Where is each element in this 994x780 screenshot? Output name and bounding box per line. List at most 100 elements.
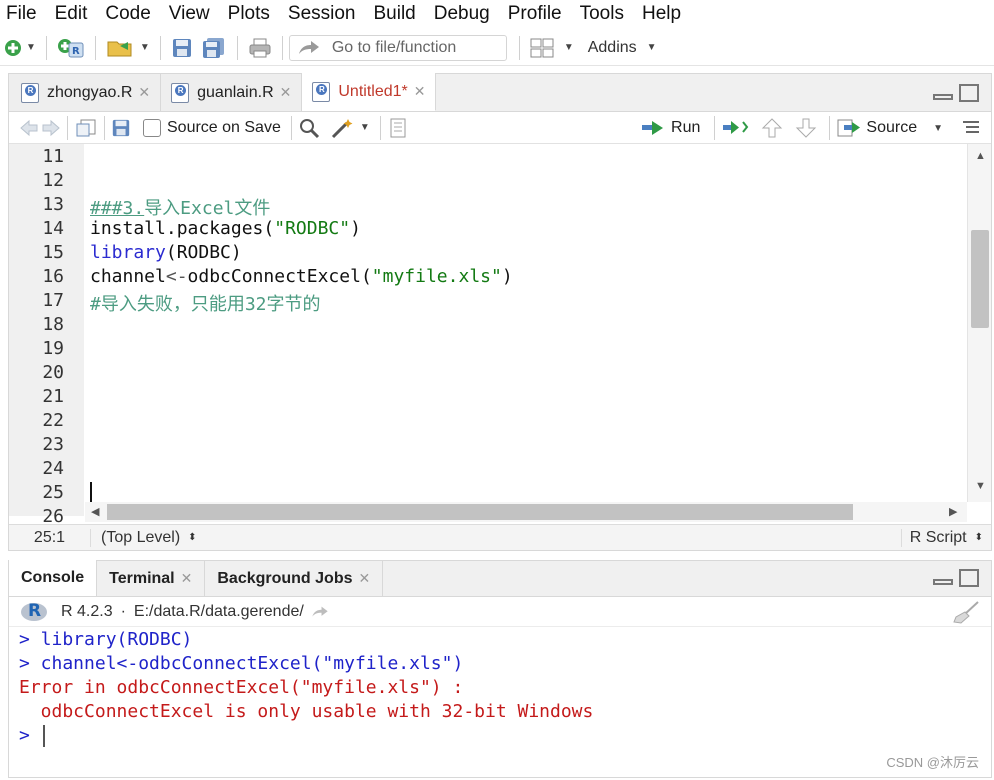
menu-file[interactable]: File: [0, 0, 46, 28]
tab-label: guanlain.R: [197, 83, 274, 101]
pane-window-controls: [933, 84, 979, 102]
print-button[interactable]: [244, 33, 276, 63]
forward-arrow-icon[interactable]: [41, 119, 61, 137]
maximize-pane-icon[interactable]: [959, 84, 979, 102]
line-number: 23: [42, 434, 64, 455]
run-label: Run: [671, 119, 701, 136]
close-icon[interactable]: ✕: [280, 84, 292, 101]
close-icon[interactable]: ✕: [414, 83, 426, 100]
minimize-pane-icon[interactable]: [933, 94, 953, 100]
toolbar-divider: [104, 115, 105, 140]
minimize-pane-icon[interactable]: [933, 579, 953, 585]
scrollbar-thumb[interactable]: [107, 504, 853, 520]
back-arrow-icon[interactable]: [19, 119, 39, 137]
close-icon[interactable]: ✕: [359, 570, 371, 587]
show-in-window-icon[interactable]: [74, 118, 98, 138]
close-icon[interactable]: ✕: [181, 570, 193, 587]
scroll-up-icon[interactable]: ▲: [975, 150, 986, 162]
menu-debug[interactable]: Debug: [425, 0, 499, 28]
source-editor-pane: zhongyao.R ✕ guanlain.R ✕ Untitled1* ✕ S…: [8, 73, 992, 551]
tab-untitled1[interactable]: Untitled1* ✕: [302, 73, 437, 111]
console-line: > channel<-odbcConnectExcel("myfile.xls"…: [19, 653, 464, 674]
menu-bar: File Edit Code View Plots Session Build …: [0, 0, 994, 28]
toolbar-divider: [67, 115, 68, 140]
rerun-icon[interactable]: [721, 119, 749, 137]
code-editor[interactable]: 11 12 13 14 15 16 17 18 19 20 21 22 23 2…: [9, 144, 967, 527]
main-toolbar: ▼ R ▼ Go to file/function ▼ Addins ▼: [0, 30, 994, 66]
run-button[interactable]: Run: [641, 119, 700, 137]
console-cursor: [43, 725, 45, 747]
scope-selector[interactable]: (Top Level) ⬍: [101, 529, 197, 547]
code-text: (RODBC): [165, 242, 242, 263]
tab-label: Console: [21, 569, 85, 586]
menu-profile[interactable]: Profile: [499, 0, 571, 28]
addins-button[interactable]: Addins ▼: [584, 33, 661, 63]
editor-vertical-scrollbar[interactable]: ▲ ▼: [967, 144, 991, 502]
scroll-right-icon[interactable]: ▶: [949, 505, 957, 518]
maximize-pane-icon[interactable]: [959, 569, 979, 587]
arrow-down-icon[interactable]: [793, 117, 819, 139]
filetype-selector[interactable]: R Script ⬍: [900, 528, 991, 547]
source-button[interactable]: Source ▼: [836, 118, 943, 138]
menu-tools[interactable]: Tools: [571, 0, 633, 28]
toolbar-divider: [379, 115, 381, 140]
open-file-button[interactable]: ▼: [102, 33, 154, 63]
line-number: 19: [42, 338, 64, 359]
tab-guanlain[interactable]: guanlain.R ✕: [161, 74, 303, 111]
chevron-down-icon: ▼: [359, 122, 370, 133]
goto-file-input[interactable]: Go to file/function: [288, 34, 507, 61]
pane-layout-button[interactable]: ▼: [526, 33, 578, 63]
goto-directory-icon[interactable]: [310, 604, 330, 620]
line-number: 12: [42, 170, 64, 191]
tab-console[interactable]: Console: [9, 560, 98, 596]
code-tools-button[interactable]: ▼: [330, 117, 370, 139]
line-number: 13: [42, 194, 64, 215]
menu-build[interactable]: Build: [365, 0, 425, 28]
compile-report-icon[interactable]: [387, 117, 409, 139]
code-text: install.packages(: [90, 218, 275, 239]
tab-zhongyao[interactable]: zhongyao.R ✕: [9, 74, 162, 111]
new-project-button[interactable]: R: [53, 33, 89, 63]
watermark: CSDN @沐厉云: [886, 755, 979, 770]
editor-horizontal-scrollbar[interactable]: ◀ ▶: [85, 502, 967, 522]
console-tab-bar: Console Terminal ✕ Background Jobs ✕: [9, 560, 991, 597]
menu-session[interactable]: Session: [279, 0, 365, 28]
save-button[interactable]: [167, 33, 197, 63]
cursor-position: 25:1: [9, 528, 91, 547]
source-on-save-checkbox[interactable]: [143, 118, 161, 137]
search-icon[interactable]: [298, 117, 320, 139]
tab-terminal[interactable]: Terminal ✕: [97, 561, 206, 596]
toolbar-divider: [281, 35, 283, 60]
save-icon[interactable]: [111, 118, 131, 138]
menu-plots[interactable]: Plots: [219, 0, 279, 28]
code-string: "RODBC": [274, 218, 351, 239]
console-prompt[interactable]: >: [19, 725, 30, 746]
broom-icon[interactable]: [951, 600, 981, 624]
menu-help[interactable]: Help: [633, 0, 690, 28]
scroll-left-icon[interactable]: ◀: [91, 505, 99, 518]
chevron-down-icon: ▼: [26, 42, 36, 53]
close-icon[interactable]: ✕: [138, 84, 150, 101]
save-all-button[interactable]: [197, 33, 231, 63]
code-text: ): [350, 218, 361, 239]
menu-edit[interactable]: Edit: [46, 0, 97, 28]
scrollbar-thumb[interactable]: [971, 230, 989, 328]
line-number-gutter: 11 12 13 14 15 16 17 18 19 20 21 22 23 2…: [9, 144, 84, 527]
line-number: 24: [42, 458, 64, 479]
grid-icon: [530, 38, 554, 57]
tab-background-jobs[interactable]: Background Jobs ✕: [205, 561, 384, 596]
pane-window-controls: [933, 569, 979, 587]
menu-code[interactable]: Code: [96, 0, 159, 28]
menu-view[interactable]: View: [160, 0, 219, 28]
arrow-up-icon[interactable]: [759, 117, 785, 139]
scroll-down-icon[interactable]: ▼: [975, 480, 986, 492]
document-outline-icon[interactable]: [961, 119, 981, 137]
editor-run-controls: Run Source ▼: [641, 112, 943, 144]
console-info-bar: R 4.2.3 · E:/data.R/data.gerende/: [9, 597, 991, 627]
arrow-right-icon: [298, 40, 319, 54]
new-file-button[interactable]: ▼: [0, 33, 40, 63]
toolbar-divider: [159, 35, 161, 60]
code-line-17: #导入失败，只能用32字节的: [90, 294, 321, 315]
tab-label: zhongyao.R: [47, 83, 133, 101]
console-pane: Console Terminal ✕ Background Jobs ✕ R 4…: [8, 560, 992, 778]
